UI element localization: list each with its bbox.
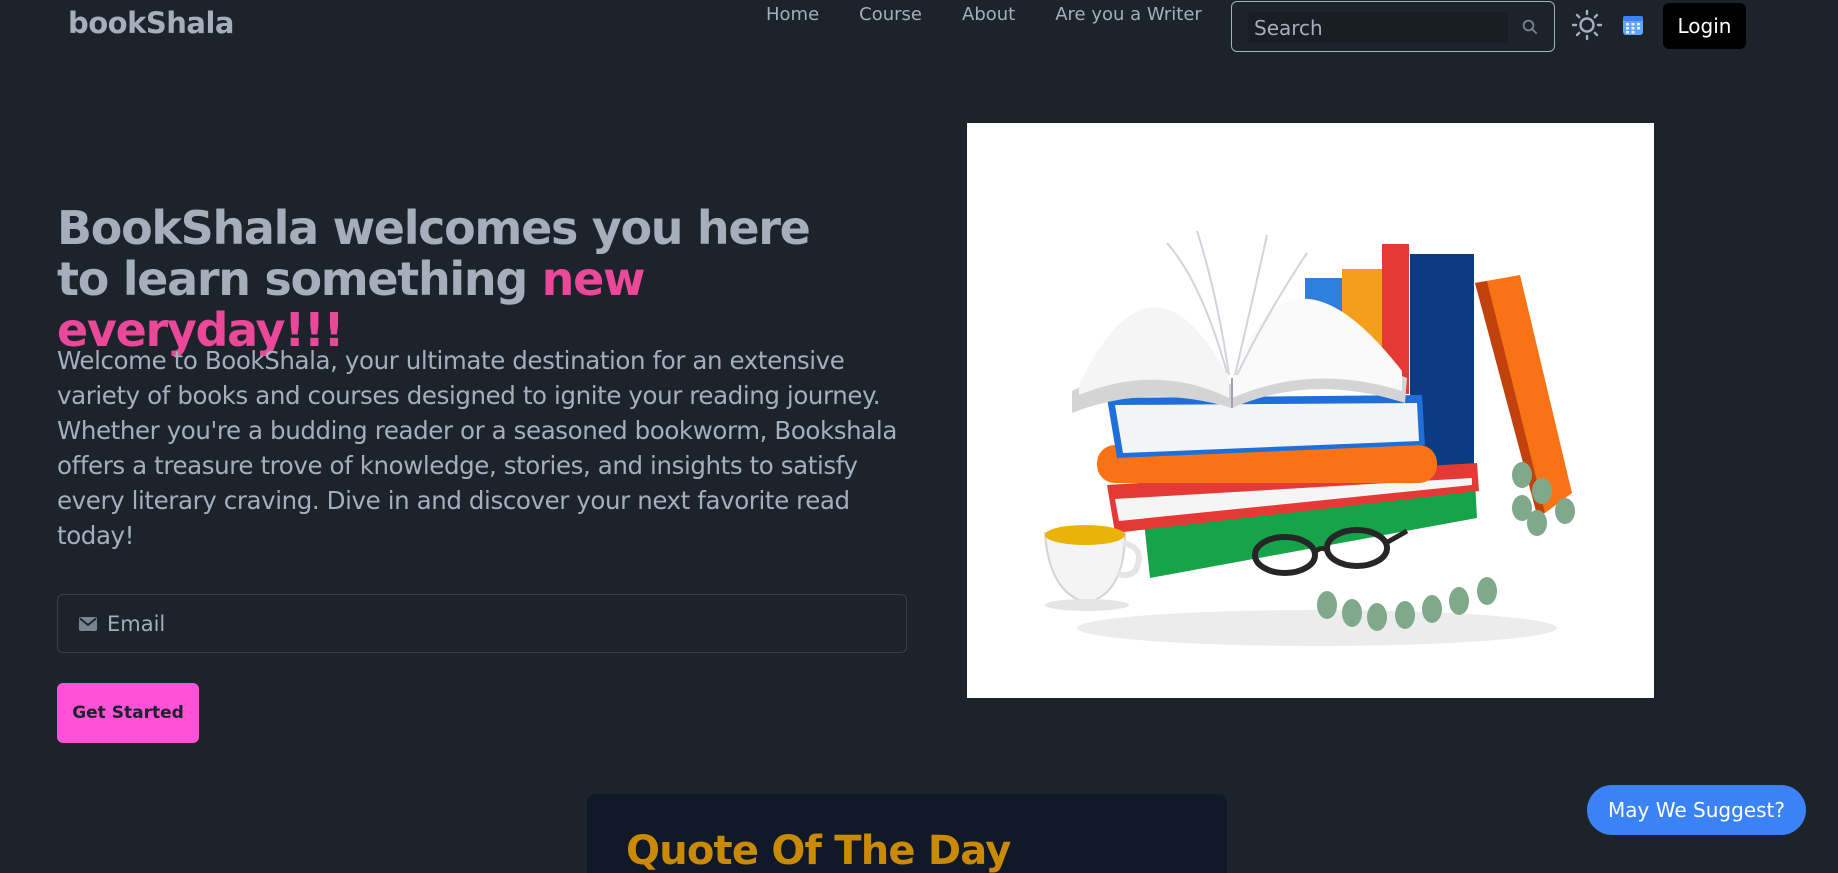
get-started-button[interactable]: Get Started	[57, 683, 199, 743]
calendar-icon[interactable]	[1622, 14, 1644, 36]
hero-title-main: BookShala welcomes you here to learn som…	[57, 201, 811, 306]
search-icon[interactable]	[1521, 18, 1539, 36]
quote-card: Quote Of The Day	[587, 794, 1227, 873]
quote-title: Quote Of The Day	[626, 828, 1011, 873]
mail-icon	[79, 617, 97, 631]
email-field	[57, 594, 907, 653]
nav-link-home[interactable]: Home	[746, 4, 839, 26]
hero-title: BookShala welcomes you here to learn som…	[57, 203, 857, 356]
sun-icon[interactable]	[1571, 9, 1603, 41]
nav-link-about[interactable]: About	[942, 4, 1035, 26]
nav-link-course[interactable]: Course	[839, 4, 942, 26]
suggest-button[interactable]: May We Suggest?	[1587, 785, 1806, 835]
nav-links: Home Course About Are you a Writer	[746, 4, 1222, 26]
books-illustration-art	[1043, 230, 1575, 646]
login-button[interactable]: Login	[1663, 3, 1746, 49]
site-logo[interactable]: bookShala	[68, 6, 235, 40]
search-box	[1231, 1, 1555, 52]
books-illustration	[967, 123, 1654, 698]
search-input[interactable]	[1248, 12, 1508, 43]
nav-link-writer[interactable]: Are you a Writer	[1035, 4, 1222, 26]
email-input[interactable]	[107, 605, 887, 643]
navbar: bookShala Home Course About Are you a Wr…	[0, 0, 1838, 54]
hero-description: Welcome to BookShala, your ultimate dest…	[57, 346, 897, 550]
